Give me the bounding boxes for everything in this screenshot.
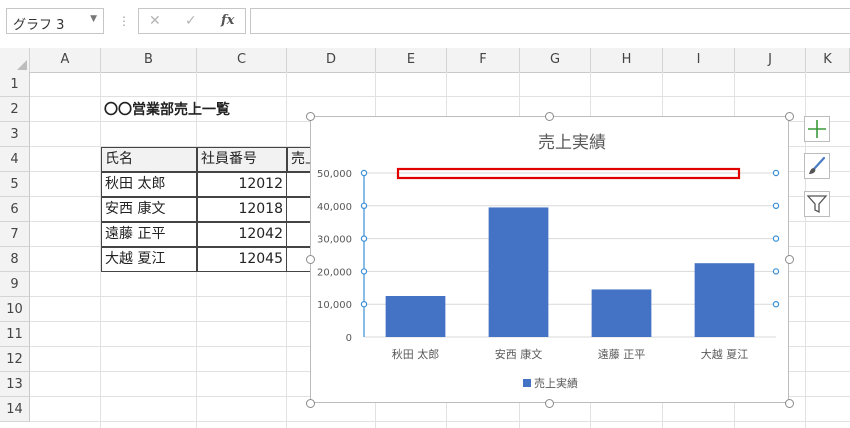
axis-selection-point	[772, 235, 780, 242]
legend-swatch	[523, 379, 531, 387]
resize-handle[interactable]	[784, 111, 794, 121]
row-header-5[interactable]: 5	[0, 172, 30, 197]
name-box-value: グラフ 3	[13, 18, 65, 33]
filter-icon	[806, 195, 828, 214]
chevron-down-icon[interactable]: ▼	[90, 14, 97, 24]
row-header-14[interactable]: 14	[0, 397, 30, 422]
more-options-icon[interactable]: ⋮	[118, 14, 130, 28]
formula-bar: グラフ 3 ▼ ⋮ ✕ ✓ fx	[0, 0, 850, 44]
table-cell-sales[interactable]	[287, 197, 310, 222]
axis-selection-point	[360, 202, 368, 210]
row-header-11[interactable]: 11	[0, 322, 30, 347]
table-cell-id[interactable]: 12042	[197, 222, 287, 247]
table-cell-id[interactable]: 12045	[197, 247, 287, 272]
resize-handle[interactable]	[784, 255, 794, 264]
bar	[488, 207, 549, 337]
y-tick-label: 20,000	[317, 267, 352, 278]
column-header-row: ABCDEFGHIJK	[0, 48, 850, 73]
resize-handle[interactable]	[545, 111, 554, 121]
row-header-7[interactable]: 7	[0, 222, 30, 247]
row-header-12[interactable]: 12	[0, 347, 30, 372]
axis-selection-point	[360, 235, 368, 242]
column-header-b[interactable]: B	[101, 48, 197, 72]
row-header-13[interactable]: 13	[0, 372, 30, 397]
column-header-e[interactable]: E	[376, 48, 447, 72]
select-all-corner[interactable]	[0, 48, 30, 72]
table-cell-sales[interactable]	[287, 172, 310, 197]
y-tick-label: 0	[346, 333, 352, 344]
sheet-heading[interactable]: 〇〇営業部売上一覧	[101, 98, 301, 122]
x-tick-label: 秋田 太郎	[392, 347, 440, 361]
resize-handle[interactable]	[305, 111, 315, 121]
row-gridline	[30, 96, 850, 97]
bar	[591, 289, 652, 337]
bar	[385, 296, 446, 337]
column-header-f[interactable]: F	[447, 48, 520, 72]
y-tick-label: 10,000	[317, 300, 352, 311]
column-header-d[interactable]: D	[287, 48, 376, 72]
axis-selection-point	[772, 268, 780, 275]
table-cell-id[interactable]: 12012	[197, 172, 287, 197]
row-header-8[interactable]: 8	[0, 247, 30, 272]
table-cell-name[interactable]: 遠藤 正平	[101, 222, 197, 247]
x-tick-label: 遠藤 正平	[598, 348, 646, 361]
resize-handle[interactable]	[784, 398, 794, 408]
table-cell-sales[interactable]	[287, 222, 310, 247]
table-header-cell[interactable]: 社員番号	[197, 147, 287, 172]
y-tick-label: 40,000	[317, 202, 352, 213]
enter-icon[interactable]: ✓	[185, 13, 197, 29]
column-header-j[interactable]: J	[735, 48, 806, 72]
column-header-c[interactable]: C	[197, 48, 287, 72]
axis-selection-point	[772, 202, 780, 210]
row-gridline	[30, 421, 850, 422]
cancel-icon[interactable]: ✕	[149, 13, 161, 29]
resize-handle[interactable]	[305, 398, 315, 408]
table-cell-name[interactable]: 大越 夏江	[101, 247, 197, 272]
x-tick-label: 安西 康文	[495, 347, 543, 361]
table-cell-name[interactable]: 安西 康文	[101, 197, 197, 222]
row-header-1[interactable]: 1	[0, 72, 30, 97]
chart-title: 売上実績	[538, 133, 606, 153]
chart-filters-button[interactable]	[804, 191, 830, 217]
formula-buttons: ✕ ✓ fx	[138, 8, 246, 34]
row-header-4[interactable]: 4	[0, 147, 30, 172]
axis-selection-point	[360, 268, 368, 275]
row-header-6[interactable]: 6	[0, 197, 30, 222]
chart-styles-button[interactable]	[804, 153, 830, 179]
table-cell-id[interactable]: 12018	[197, 197, 287, 222]
row-header-2[interactable]: 2	[0, 97, 30, 122]
column-header-g[interactable]: G	[520, 48, 591, 72]
axis-selection-point	[360, 169, 368, 177]
row-header-10[interactable]: 10	[0, 297, 30, 322]
chart-canvas: 売上実績 0 10,000 20,000 30,000 40,000 50,000 秋田 太郎…	[317, 133, 780, 390]
axis-selection-point	[360, 300, 368, 308]
plus-icon	[808, 120, 826, 138]
axis-selection-point	[772, 169, 780, 177]
resize-handle[interactable]	[545, 398, 554, 408]
column-header-i[interactable]: I	[663, 48, 735, 72]
column-header-h[interactable]: H	[591, 48, 663, 72]
table-header-cell[interactable]: 売上実績	[287, 147, 310, 172]
bar	[694, 263, 755, 337]
column-header-k[interactable]: K	[806, 48, 850, 72]
name-box[interactable]: グラフ 3 ▼	[6, 8, 104, 34]
axis-selection-point	[772, 300, 780, 308]
legend-label: 売上実績	[534, 376, 578, 390]
chart-elements-button[interactable]	[804, 116, 830, 142]
brush-icon	[809, 156, 826, 174]
table-cell-name[interactable]: 秋田 太郎	[101, 172, 197, 197]
table-header-cell[interactable]: 氏名	[101, 147, 197, 172]
insert-function-icon[interactable]: fx	[221, 13, 234, 28]
sales-chart[interactable]: 売上実績 0 10,000 20,000 30,000 40,000 50,000 秋田 太郎…	[310, 116, 789, 403]
row-header-9[interactable]: 9	[0, 272, 30, 297]
column-header-a[interactable]: A	[30, 48, 101, 72]
row-header-3[interactable]: 3	[0, 122, 30, 147]
formula-input[interactable]	[250, 8, 850, 34]
x-tick-label: 大越 夏江	[701, 347, 749, 361]
resize-handle[interactable]	[305, 255, 315, 264]
y-tick-label: 30,000	[317, 235, 352, 246]
y-tick-label: 50,000	[317, 169, 352, 180]
